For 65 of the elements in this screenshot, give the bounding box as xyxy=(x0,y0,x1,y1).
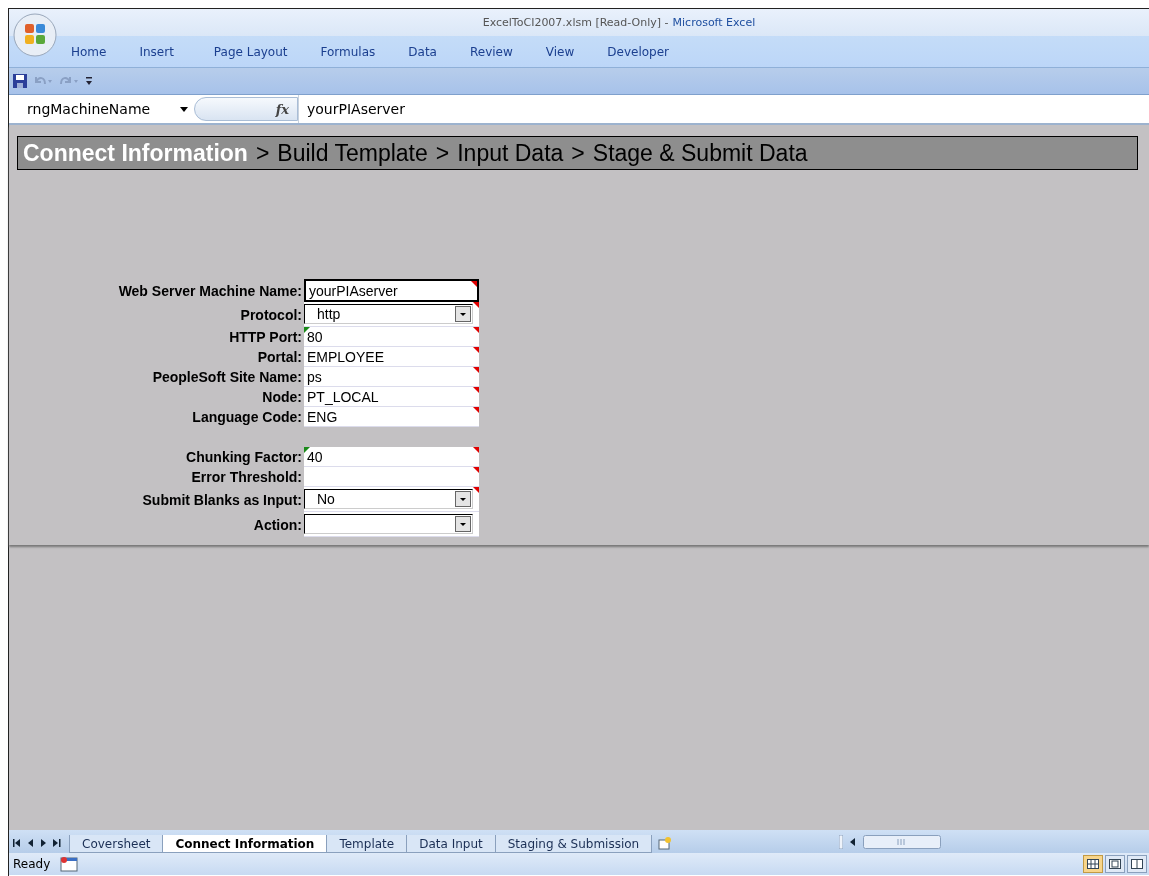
breadcrumb-separator: > xyxy=(571,139,585,167)
breadcrumb-separator: > xyxy=(435,139,450,167)
name-box[interactable]: rngMachineName xyxy=(9,95,194,123)
field-label: PeopleSoft Site Name: xyxy=(151,368,303,387)
sheet-tab[interactable]: Staging & Submission xyxy=(494,835,653,853)
field-label: HTTP Port: xyxy=(228,328,303,347)
record-macro-icon[interactable] xyxy=(60,856,79,872)
customize-toolbar-icon[interactable] xyxy=(85,76,93,86)
ribbon-tab[interactable]: Home xyxy=(71,38,107,65)
sheet-tab[interactable]: Coversheet xyxy=(69,835,164,853)
field-label: Web Server Machine Name: xyxy=(117,281,303,301)
caret-icon[interactable] xyxy=(180,106,188,112)
field-label: Action: xyxy=(252,515,303,535)
breadcrumb-step: Build Template xyxy=(277,139,428,167)
field-label: Chunking Factor: xyxy=(185,448,303,467)
formula-input[interactable]: yourPIAserver xyxy=(298,95,1149,123)
right-arrow-icon[interactable] xyxy=(39,839,48,847)
field-label: Language Code: xyxy=(191,408,303,427)
page-break-icon xyxy=(1131,859,1143,869)
sheet-tab[interactable]: Connect Information xyxy=(162,835,328,853)
ribbon-tab[interactable]: Page Layout xyxy=(213,38,288,65)
status-text: Ready xyxy=(13,857,51,871)
view-button[interactable] xyxy=(1127,855,1147,873)
ribbon-tab[interactable]: Data xyxy=(408,38,437,65)
sheet-tab[interactable]: Data Input xyxy=(406,835,496,853)
field-label: Portal: xyxy=(256,348,303,367)
field-label: Node: xyxy=(261,388,303,407)
input-cell[interactable]: yourPIAserver xyxy=(304,279,479,302)
document-title: ExcelToCI2007.xlsm [Read-Only] - xyxy=(482,16,669,29)
scrollbar-thumb-icon[interactable] xyxy=(863,835,941,849)
dropdown-field[interactable]: http xyxy=(304,302,479,327)
application-title: Microsoft Excel xyxy=(672,16,756,29)
input-cell[interactable] xyxy=(304,467,479,487)
sheet-tab[interactable]: Template xyxy=(326,835,408,853)
input-cell[interactable]: EMPLOYEE xyxy=(304,347,479,367)
right-arrow-icon[interactable] xyxy=(52,839,61,847)
input-cell[interactable]: 80 xyxy=(304,327,479,347)
dropdown-field[interactable]: No xyxy=(304,487,479,512)
save-icon[interactable] xyxy=(13,74,27,88)
field-label: Protocol: xyxy=(239,305,303,325)
left-arrow-icon[interactable] xyxy=(26,839,35,847)
input-cell[interactable]: PT_LOCAL xyxy=(304,387,479,407)
input-cell[interactable]: ENG xyxy=(304,407,479,427)
field-label: Error Threshold: xyxy=(190,468,303,487)
insert-function-button[interactable]: fx xyxy=(194,97,298,121)
ribbon-tab[interactable]: Review xyxy=(469,38,513,65)
split-handle-icon[interactable] xyxy=(839,835,843,849)
breadcrumb-step: Connect Information xyxy=(23,139,248,167)
breadcrumb-separator: > xyxy=(255,139,270,167)
grid-icon xyxy=(1087,859,1099,869)
breadcrumb-step: Input Data xyxy=(457,139,564,167)
left-arrow-icon[interactable] xyxy=(13,839,22,847)
field-label: Submit Blanks as Input: xyxy=(141,490,303,510)
ribbon-tab[interactable]: Insert xyxy=(139,38,174,65)
view-button[interactable] xyxy=(1105,855,1125,873)
dropdown-field[interactable] xyxy=(304,512,479,537)
view-button[interactable] xyxy=(1083,855,1103,873)
input-cell[interactable]: ps xyxy=(304,367,479,387)
ribbon-tab[interactable]: Formulas xyxy=(320,38,376,65)
breadcrumb-step: Stage & Submit Data xyxy=(592,139,808,167)
left-arrow-icon[interactable] xyxy=(849,838,857,846)
ribbon-tab[interactable]: View xyxy=(545,38,575,65)
ribbon-tab[interactable]: Developer xyxy=(607,38,669,65)
input-cell[interactable]: 40 xyxy=(304,447,479,467)
page-icon xyxy=(1109,859,1121,869)
